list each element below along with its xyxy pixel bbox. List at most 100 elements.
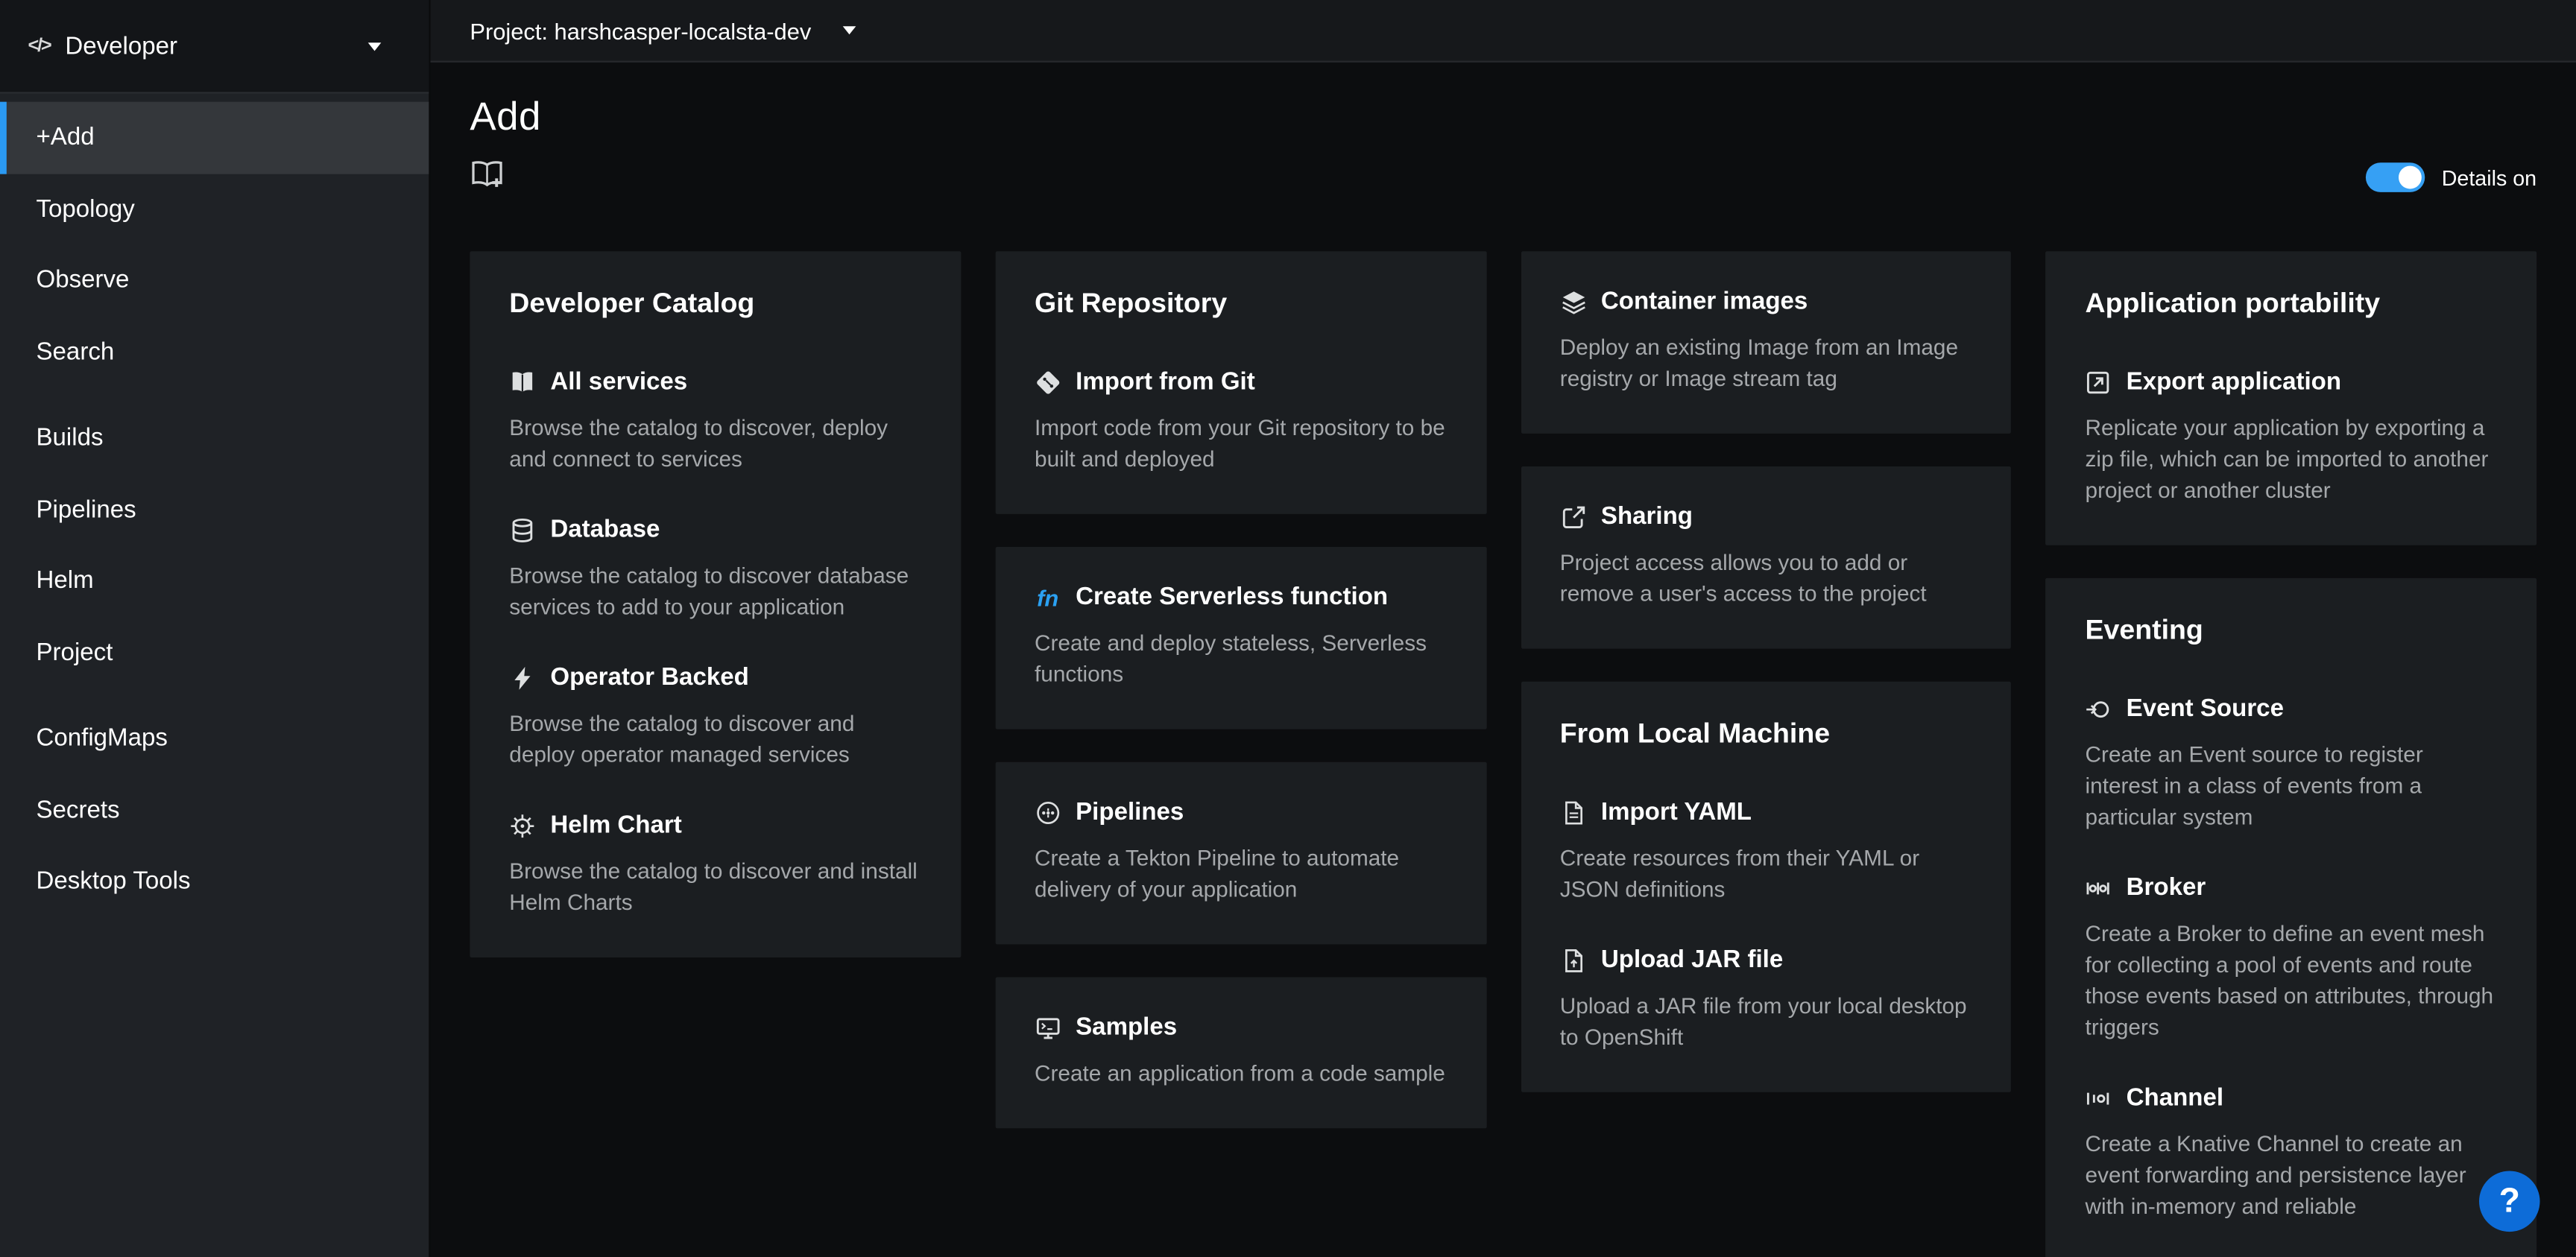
- card-application-portability: Application portability Export applicati…: [2046, 251, 2536, 545]
- sidebar-item-project[interactable]: Project: [0, 617, 429, 688]
- card-title: Eventing: [2086, 612, 2498, 648]
- card-title: Application portability: [2086, 286, 2498, 322]
- item-description: Browse the catalog to discover and insta…: [509, 855, 921, 918]
- add-item-event-source[interactable]: Event Source Create an Event source to r…: [2086, 693, 2498, 832]
- add-item-container-images[interactable]: Container images Deploy an existing Imag…: [1560, 286, 1972, 394]
- details-toggle[interactable]: Details on: [2366, 162, 2536, 192]
- item-description: Replicate your application by exporting …: [2086, 412, 2498, 506]
- file-upload-icon: [1560, 947, 1586, 973]
- helm-wheel-icon: [509, 812, 535, 838]
- sidebar-item-builds[interactable]: Builds: [0, 402, 429, 474]
- item-description: Browse the catalog to discover and deplo…: [509, 708, 921, 770]
- item-title: Create Serverless function: [1076, 581, 1388, 612]
- details-toggle-switch[interactable]: [2366, 162, 2425, 192]
- item-title: Samples: [1076, 1012, 1177, 1043]
- export-icon: [2086, 369, 2112, 395]
- catalog-book-icon: [509, 369, 535, 395]
- item-title: Event Source: [2127, 693, 2284, 724]
- share-icon: [1560, 504, 1586, 530]
- item-title: Sharing: [1601, 501, 1693, 532]
- item-title: Broker: [2127, 872, 2206, 903]
- sidebar-item-pipelines[interactable]: Pipelines: [0, 474, 429, 545]
- sidebar-item-add[interactable]: +Add: [0, 102, 429, 174]
- database-icon: [509, 516, 535, 542]
- card-title: Git Repository: [1035, 286, 1447, 322]
- add-item-sharing[interactable]: Sharing Project access allows you to add…: [1560, 501, 1972, 609]
- item-title: Operator Backed: [550, 662, 748, 693]
- item-description: Browse the catalog to discover database …: [509, 560, 921, 623]
- item-title: Export application: [2127, 367, 2341, 398]
- item-title: Helm Chart: [550, 810, 681, 841]
- nav-group-config: ConfigMaps Secrets Desktop Tools: [0, 703, 429, 917]
- add-item-broker[interactable]: Broker Create a Broker to define an even…: [2086, 872, 2498, 1042]
- caret-down-icon: [368, 42, 382, 50]
- add-item-all-services[interactable]: All services Browse the catalog to disco…: [509, 367, 921, 475]
- bolt-icon: [509, 665, 535, 691]
- item-description: Browse the catalog to discover, deploy a…: [509, 412, 921, 475]
- book-plus-icon: [470, 159, 504, 195]
- add-item-database[interactable]: Database Browse the catalog to discover …: [509, 514, 921, 622]
- item-title: Container images: [1601, 286, 1808, 317]
- add-item-pipelines[interactable]: Pipelines Create a Tekton Pipeline to au…: [1035, 797, 1447, 905]
- item-description: Create an Event source to register inter…: [2086, 739, 2498, 833]
- add-item-upload-jar-file[interactable]: Upload JAR file Upload a JAR file from y…: [1560, 944, 1972, 1052]
- cards-column-2: Git Repository Import from Git Import co…: [995, 251, 1486, 1128]
- sidebar: </> Developer +Add Topology Observe Sear…: [0, 0, 430, 1257]
- code-icon: </>: [28, 36, 50, 55]
- getting-started-button[interactable]: [470, 159, 504, 195]
- item-description: Deploy an existing Image from an Image r…: [1560, 332, 1972, 394]
- card-eventing: Eventing Event Source Create an Event so…: [2046, 578, 2536, 1257]
- pipelines-icon: [1035, 799, 1061, 825]
- add-item-channel[interactable]: Channel Create a Knative Channel to crea…: [2086, 1083, 2498, 1222]
- cards-column-4: Application portability Export applicati…: [2046, 251, 2536, 1257]
- item-description: Create an application from a code sample: [1035, 1057, 1447, 1089]
- add-item-helm-chart[interactable]: Helm Chart Browse the catalog to discove…: [509, 810, 921, 918]
- help-button[interactable]: ?: [2479, 1171, 2540, 1232]
- event-source-icon: [2086, 695, 2112, 721]
- broker-icon: [2086, 875, 2112, 901]
- project-bar: Project: harshcasper-localsta-dev: [430, 0, 2576, 63]
- sidebar-item-desktop-tools[interactable]: Desktop Tools: [0, 846, 429, 917]
- details-toggle-label: Details on: [2442, 165, 2536, 190]
- sidebar-item-topology[interactable]: Topology: [0, 174, 429, 245]
- sidebar-nav: +Add Topology Observe Search Builds Pipe…: [0, 94, 429, 932]
- add-item-samples[interactable]: Samples Create an application from a cod…: [1035, 1012, 1447, 1089]
- add-item-import-yaml[interactable]: Import YAML Create resources from their …: [1560, 797, 1972, 905]
- card-container-images: Container images Deploy an existing Imag…: [1521, 251, 2011, 434]
- cards-column-1: Developer Catalog All services Browse th…: [470, 251, 960, 957]
- samples-monitor-icon: [1035, 1014, 1061, 1040]
- item-title: Upload JAR file: [1601, 944, 1783, 975]
- card-git-repository: Git Repository Import from Git Import co…: [995, 251, 1486, 514]
- sidebar-item-observe[interactable]: Observe: [0, 244, 429, 316]
- add-item-import-from-git[interactable]: Import from Git Import code from your Gi…: [1035, 367, 1447, 475]
- perspective-switcher[interactable]: </> Developer: [0, 0, 429, 94]
- item-description: Create a Broker to define an event mesh …: [2086, 918, 2498, 1043]
- fn-icon: fn: [1035, 584, 1061, 610]
- sidebar-item-helm[interactable]: Helm: [0, 545, 429, 617]
- page-title: Add: [470, 94, 2536, 143]
- app-window: </> Developer +Add Topology Observe Sear…: [0, 0, 2576, 1257]
- perspective-label: Developer: [65, 32, 177, 60]
- sidebar-item-configmaps[interactable]: ConfigMaps: [0, 703, 429, 774]
- card-samples: Samples Create an application from a cod…: [995, 977, 1486, 1128]
- item-title: Database: [550, 514, 660, 545]
- file-icon: [1560, 799, 1586, 825]
- project-selector[interactable]: Project: harshcasper-localsta-dev: [470, 17, 855, 43]
- add-item-create-serverless-function[interactable]: fn Create Serverless function Create and…: [1035, 581, 1447, 689]
- card-pipelines: Pipelines Create a Tekton Pipeline to au…: [995, 762, 1486, 945]
- card-from-local-machine: From Local Machine Import YAML Create re…: [1521, 682, 2011, 1092]
- add-item-export-application[interactable]: Export application Replicate your applic…: [2086, 367, 2498, 506]
- add-item-operator-backed[interactable]: Operator Backed Browse the catalog to di…: [509, 662, 921, 770]
- channel-icon: [2086, 1085, 2112, 1111]
- layers-icon: [1560, 288, 1586, 314]
- card-sharing: Sharing Project access allows you to add…: [1521, 466, 2011, 649]
- sidebar-item-search[interactable]: Search: [0, 316, 429, 387]
- item-title: Import from Git: [1076, 367, 1255, 398]
- git-icon: [1035, 369, 1061, 395]
- sidebar-item-secrets[interactable]: Secrets: [0, 774, 429, 846]
- item-title: All services: [550, 367, 687, 398]
- item-title: Pipelines: [1076, 797, 1184, 828]
- card-developer-catalog: Developer Catalog All services Browse th…: [470, 251, 960, 957]
- item-description: Create resources from their YAML or JSON…: [1560, 843, 1972, 905]
- card-title: From Local Machine: [1560, 716, 1972, 752]
